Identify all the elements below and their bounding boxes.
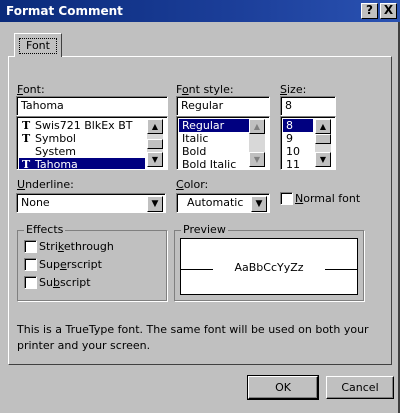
up-arrow-icon[interactable]: ▲ — [249, 119, 265, 134]
strikethrough-label: Strikethrough — [39, 240, 114, 253]
ok-button[interactable]: OK — [247, 375, 319, 400]
preview-sample: AaBbCcYyZz — [234, 261, 304, 274]
underline-label: Underline: — [17, 178, 74, 191]
truetype-icon: T — [22, 119, 31, 132]
normal-font-label: Normal font — [295, 192, 361, 205]
close-button[interactable]: X — [380, 3, 397, 19]
font-style-list[interactable]: Regular Italic Bold Bold Italic ▲ ▼ — [176, 116, 270, 170]
font-style-scrollbar[interactable]: ▲ ▼ — [249, 119, 265, 167]
color-label: Color: — [176, 178, 209, 191]
scroll-thumb[interactable] — [147, 139, 163, 149]
chevron-down-icon[interactable]: ▼ — [147, 196, 163, 212]
list-item-selected[interactable]: Regular — [179, 119, 249, 132]
truetype-icon: T — [22, 132, 31, 145]
font-style-input[interactable]: Regular — [176, 96, 270, 116]
preview-title: Preview — [181, 223, 228, 236]
window-title: Format Comment — [6, 4, 123, 18]
cancel-button[interactable]: Cancel — [326, 376, 394, 399]
down-arrow-icon[interactable]: ▼ — [147, 152, 163, 167]
size-scrollbar[interactable]: ▲ ▼ — [315, 119, 331, 167]
list-item[interactable]: T Swis721 BlkEx BT — [19, 119, 145, 132]
effects-title: Effects — [24, 223, 66, 236]
size-list[interactable]: 8 9 10 11 ▲ ▼ — [280, 116, 336, 170]
font-list[interactable]: T Swis721 BlkEx BT T Symbol System T Tahoma… — [16, 116, 168, 170]
font-input[interactable]: Tahoma — [16, 96, 168, 116]
chevron-down-icon[interactable]: ▼ — [251, 196, 267, 212]
up-arrow-icon[interactable]: ▲ — [147, 119, 163, 134]
up-arrow-icon[interactable]: ▲ — [315, 119, 331, 134]
scroll-thumb[interactable] — [315, 134, 331, 144]
list-item[interactable]: T Symbol — [19, 132, 145, 145]
list-item-selected[interactable]: 8 — [283, 119, 313, 132]
list-item[interactable]: Bold — [179, 145, 249, 158]
down-arrow-icon[interactable]: ▼ — [315, 152, 331, 167]
size-label: Size: — [280, 83, 307, 96]
color-select[interactable]: Automatic ▼ — [176, 193, 270, 213]
size-input[interactable]: 8 — [280, 96, 336, 116]
format-comment-dialog: Format Comment ? X Font Font: Tahoma T Sw… — [0, 0, 400, 413]
info-text: This is a TrueType font. The same font w… — [17, 323, 369, 352]
normal-font-checkbox[interactable] — [280, 192, 293, 205]
help-button[interactable]: ? — [361, 3, 378, 19]
color-value: Automatic — [187, 196, 244, 209]
list-item[interactable]: System — [19, 145, 145, 158]
font-scrollbar[interactable]: ▲ ▼ — [147, 119, 163, 167]
superscript-label: Superscript — [39, 258, 102, 271]
list-item[interactable]: 11 — [283, 158, 313, 169]
subscript-checkbox[interactable] — [24, 276, 37, 289]
list-item[interactable]: 9 — [283, 132, 313, 145]
list-item[interactable]: Bold Italic — [179, 158, 249, 169]
underline-select[interactable]: None ▼ — [16, 193, 166, 213]
font-label: Font: — [17, 83, 45, 96]
tab-font[interactable]: Font — [14, 33, 62, 57]
list-item-selected[interactable]: T Tahoma — [19, 158, 145, 170]
subscript-label: Subscript — [39, 276, 91, 289]
strikethrough-checkbox[interactable] — [24, 240, 37, 253]
superscript-checkbox[interactable] — [24, 258, 37, 271]
preview-box: AaBbCcYyZz — [180, 238, 358, 295]
tab-font-label: Font — [19, 38, 57, 54]
truetype-icon: T — [22, 158, 31, 170]
list-item[interactable]: 10 — [283, 145, 313, 158]
list-item[interactable]: Italic — [179, 132, 249, 145]
title-bar: Format Comment — [0, 0, 400, 22]
down-arrow-icon[interactable]: ▼ — [249, 152, 265, 167]
underline-value: None — [21, 196, 50, 209]
font-style-label: Font style: — [176, 83, 234, 96]
